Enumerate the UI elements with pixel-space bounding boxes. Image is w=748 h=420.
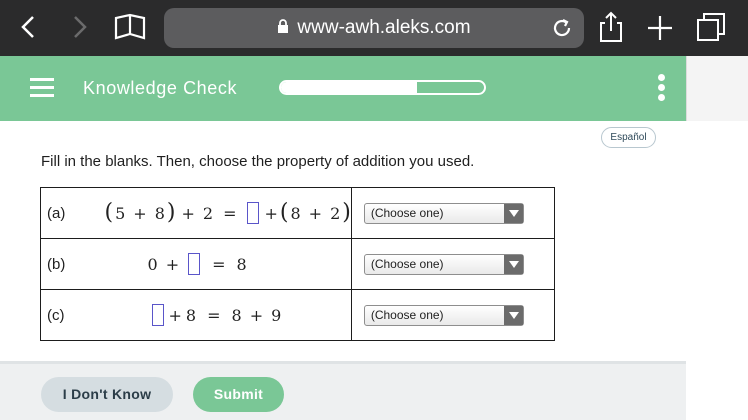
page-title: Knowledge Check (83, 78, 238, 98)
math-token: 8 (236, 254, 247, 274)
progress-bar (279, 80, 486, 95)
math-token: ( (104, 200, 114, 225)
forward-icon[interactable] (62, 10, 96, 44)
share-icon[interactable] (596, 11, 626, 48)
back-icon[interactable] (12, 10, 46, 44)
dropdown-value: (Choose one) (370, 256, 444, 271)
math-token: = (223, 203, 237, 223)
table-row: (a) ( 5 + 8 ) + 2 = + ( 8 + 2 ) (Choose … (40, 187, 555, 239)
chevron-down-icon[interactable] (503, 254, 523, 274)
row-label: (b) (40, 238, 101, 290)
chevron-down-icon[interactable] (503, 305, 523, 325)
math-token: 8 (154, 203, 165, 223)
math-token: 9 (271, 305, 282, 325)
math-token: + (181, 203, 195, 223)
question-area: Español Fill in the blanks. Then, choose… (0, 121, 748, 361)
header-side-panel (686, 56, 748, 121)
aleks-header: Knowledge Check (0, 56, 686, 121)
tabs-icon[interactable] (696, 11, 728, 48)
math-token: + (264, 203, 278, 223)
expression-b: 0 + = 8 (100, 238, 352, 290)
math-token: ( (279, 200, 289, 225)
url-text: www-awh.aleks.com (297, 17, 471, 38)
table-row: (b) 0 + = 8 (Choose one) (40, 238, 555, 290)
math-token: + (308, 203, 323, 223)
instructions: Fill in the blanks. Then, choose the pro… (41, 153, 475, 170)
bookmarks-icon[interactable] (112, 10, 146, 44)
answer-blank[interactable] (151, 304, 164, 326)
chevron-down-icon[interactable] (503, 203, 523, 223)
browser-toolbar: www-awh.aleks.com (0, 0, 748, 56)
math-token: = (212, 254, 226, 274)
math-token: 0 (147, 254, 158, 274)
footer-side-panel (686, 361, 748, 420)
footer-bar: I Don't Know Submit (0, 361, 686, 420)
new-tab-icon[interactable] (646, 11, 674, 48)
expression-c: + 8 = 8 + 9 (100, 289, 352, 341)
submit-button[interactable]: Submit (193, 377, 284, 412)
math-token: + (165, 254, 180, 274)
property-cell: (Choose one) (350, 289, 555, 341)
math-token: 8 (231, 305, 242, 325)
answer-blank[interactable] (188, 253, 201, 275)
property-cell: (Choose one) (350, 238, 555, 290)
math-token: 2 (330, 203, 341, 223)
dont-know-button[interactable]: I Don't Know (41, 377, 173, 412)
math-token: 2 (202, 203, 214, 223)
menu-icon[interactable] (30, 78, 54, 98)
property-dropdown[interactable]: (Choose one) (363, 304, 524, 326)
dropdown-value: (Choose one) (370, 307, 444, 322)
math-token: + (249, 305, 264, 325)
progress-fill (281, 82, 417, 93)
math-token: 8 (290, 203, 301, 223)
table-row: (c) + 8 = 8 + 9 (Choose one) (40, 289, 555, 341)
expression-a: ( 5 + 8 ) + 2 = + ( 8 + 2 ) (100, 187, 352, 239)
property-dropdown[interactable]: (Choose one) (363, 202, 524, 224)
math-token: 5 (115, 203, 126, 223)
property-cell: (Choose one) (350, 187, 555, 239)
math-token: = (207, 305, 221, 325)
dropdown-value: (Choose one) (370, 205, 444, 220)
math-token: 8 (185, 305, 197, 325)
address-bar[interactable]: www-awh.aleks.com (164, 8, 584, 48)
row-label: (c) (40, 289, 101, 341)
math-token: ) (342, 200, 351, 225)
question-table: (a) ( 5 + 8 ) + 2 = + ( 8 + 2 ) (Choose … (40, 187, 555, 341)
more-options-icon[interactable] (656, 74, 666, 104)
math-token: + (133, 203, 147, 223)
language-toggle-button[interactable]: Español (601, 127, 656, 148)
math-token: + (168, 305, 182, 325)
math-token: ) (166, 200, 176, 225)
row-label: (a) (40, 187, 101, 239)
answer-blank[interactable] (247, 202, 260, 224)
lock-icon (277, 18, 289, 40)
property-dropdown[interactable]: (Choose one) (363, 253, 524, 275)
reload-icon[interactable] (550, 16, 574, 45)
